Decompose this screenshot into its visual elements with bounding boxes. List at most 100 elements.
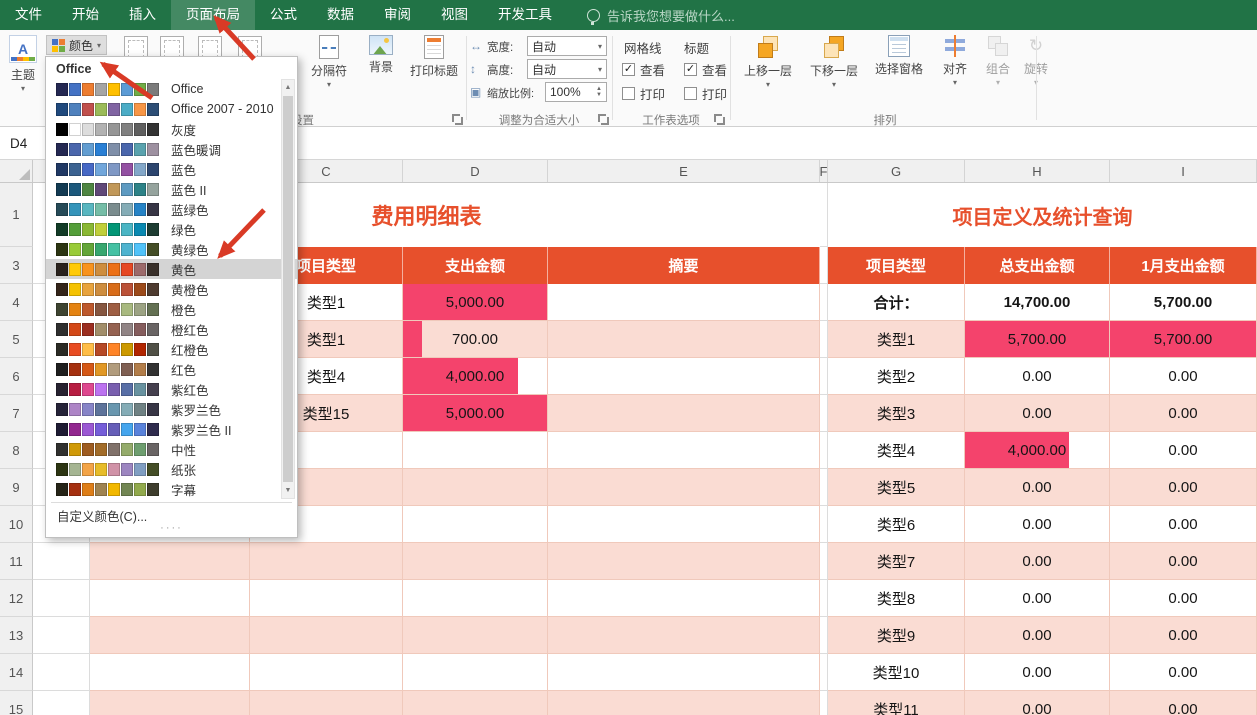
row-header-15[interactable]: 15 <box>0 691 33 715</box>
cell-E3[interactable]: 摘要 <box>548 247 820 284</box>
cell-G9[interactable]: 类型5 <box>828 469 965 506</box>
theme-colors-option-21[interactable]: 字幕 <box>46 479 297 499</box>
cell-E5[interactable] <box>548 321 820 358</box>
dialog-launcher-icon[interactable] <box>452 114 463 125</box>
cell-I11[interactable]: 0.00 <box>1110 543 1257 580</box>
theme-colors-option-2[interactable]: Office 2007 - 2010 <box>46 99 297 119</box>
cell-A14[interactable] <box>33 654 90 691</box>
dropdown-resize-grip[interactable]: ···· <box>46 525 297 534</box>
cell-F3[interactable] <box>820 247 828 284</box>
ribbon-tab-3[interactable]: 插入 <box>114 0 171 30</box>
cell-F15[interactable] <box>820 691 828 715</box>
cell-B12[interactable] <box>90 580 250 617</box>
cell-H9[interactable]: 0.00 <box>965 469 1110 506</box>
theme-colors-option-11[interactable]: 黄橙色 <box>46 279 297 299</box>
ribbon-tab-8[interactable]: 视图 <box>426 0 483 30</box>
cell-E10[interactable] <box>548 506 820 543</box>
cell-H12[interactable]: 0.00 <box>965 580 1110 617</box>
cell-E7[interactable] <box>548 395 820 432</box>
cell-H7[interactable]: 0.00 <box>965 395 1110 432</box>
cell-I13[interactable]: 0.00 <box>1110 617 1257 654</box>
row-header-9[interactable]: 9 <box>0 469 33 506</box>
cell-I10[interactable]: 0.00 <box>1110 506 1257 543</box>
dropdown-scrollbar[interactable]: ▲ ▼ <box>281 79 295 499</box>
cell-G5[interactable]: 类型1 <box>828 321 965 358</box>
gridlines-view-checkbox[interactable]: 查看 <box>622 60 665 79</box>
cell-G8[interactable]: 类型4 <box>828 432 965 469</box>
row-header-7[interactable]: 7 <box>0 395 33 432</box>
cell-A13[interactable] <box>33 617 90 654</box>
cell-G11[interactable]: 类型7 <box>828 543 965 580</box>
column-header-I[interactable]: I <box>1110 160 1257 182</box>
cell-I15[interactable]: 0.00 <box>1110 691 1257 715</box>
theme-colors-option-14[interactable]: 红橙色 <box>46 339 297 359</box>
ribbon-tab-5[interactable]: 公式 <box>255 0 312 30</box>
selection-pane-button[interactable]: 选择窗格 <box>868 33 930 123</box>
theme-colors-button[interactable]: 颜色 ▾ <box>46 35 107 55</box>
theme-colors-option-18[interactable]: 紫罗兰色 II <box>46 419 297 439</box>
cell-D11[interactable] <box>403 543 548 580</box>
cell-E14[interactable] <box>548 654 820 691</box>
cell-I14[interactable]: 0.00 <box>1110 654 1257 691</box>
cell-B11[interactable] <box>90 543 250 580</box>
cell-H13[interactable]: 0.00 <box>965 617 1110 654</box>
dialog-launcher-icon[interactable] <box>598 114 609 125</box>
cell-D10[interactable] <box>403 506 548 543</box>
row-header-14[interactable]: 14 <box>0 654 33 691</box>
cell-E13[interactable] <box>548 617 820 654</box>
cell-A12[interactable] <box>33 580 90 617</box>
headings-print-checkbox[interactable]: 打印 <box>684 84 727 103</box>
cell-H4[interactable]: 14,700.00 <box>965 284 1110 321</box>
cell-G4[interactable]: 合计： <box>828 284 965 321</box>
cell-I3[interactable]: 1月支出金额 <box>1110 247 1257 284</box>
ribbon-tab-4[interactable]: 页面布局 <box>171 0 255 30</box>
theme-colors-option-19[interactable]: 中性 <box>46 439 297 459</box>
cell-H10[interactable]: 0.00 <box>965 506 1110 543</box>
cell-E4[interactable] <box>548 284 820 321</box>
spinner-icon[interactable]: ▲▼ <box>596 86 602 98</box>
theme-colors-option-8[interactable]: 绿色 <box>46 219 297 239</box>
ribbon-tab-1[interactable]: 文件 <box>0 0 57 30</box>
cell-F13[interactable] <box>820 617 828 654</box>
cell-G3[interactable]: 项目类型 <box>828 247 965 284</box>
theme-colors-option-1[interactable]: Office <box>46 79 297 99</box>
cell-H5[interactable]: 5,700.00 <box>965 321 1110 358</box>
theme-colors-option-3[interactable]: 灰度 <box>46 119 297 139</box>
cell-D9[interactable] <box>403 469 548 506</box>
cell-A11[interactable] <box>33 543 90 580</box>
cell-G15[interactable]: 类型11 <box>828 691 965 715</box>
cell-D4[interactable]: 5,000.00 <box>403 284 548 321</box>
height-input[interactable]: 自动 ▾ <box>527 59 607 79</box>
tell-me-box[interactable]: 告诉我您想要做什么... <box>587 0 735 30</box>
align-button[interactable]: 对齐 ▾ <box>934 33 976 123</box>
cell-F10[interactable] <box>820 506 828 543</box>
breaks-button[interactable]: 分隔符 ▾ <box>302 33 356 123</box>
theme-colors-option-12[interactable]: 橙色 <box>46 299 297 319</box>
cell-I4[interactable]: 5,700.00 <box>1110 284 1257 321</box>
row-header-13[interactable]: 13 <box>0 617 33 654</box>
cell-G13[interactable]: 类型9 <box>828 617 965 654</box>
gridlines-print-checkbox[interactable]: 打印 <box>622 84 665 103</box>
cell-H6[interactable]: 0.00 <box>965 358 1110 395</box>
row-header-12[interactable]: 12 <box>0 580 33 617</box>
cell-F1[interactable] <box>820 183 828 247</box>
cell-D6[interactable]: 4,000.00 <box>403 358 548 395</box>
cell-I12[interactable]: 0.00 <box>1110 580 1257 617</box>
cell-D8[interactable] <box>403 432 548 469</box>
cell-G7[interactable]: 类型3 <box>828 395 965 432</box>
row-header-11[interactable]: 11 <box>0 543 33 580</box>
theme-colors-option-16[interactable]: 紫红色 <box>46 379 297 399</box>
scrollbar-thumb[interactable] <box>283 96 293 482</box>
select-all-corner[interactable] <box>0 160 33 182</box>
ribbon-tab-6[interactable]: 数据 <box>312 0 369 30</box>
checkbox-icon[interactable] <box>684 63 697 76</box>
cell-D14[interactable] <box>403 654 548 691</box>
cell-F9[interactable] <box>820 469 828 506</box>
cell-E9[interactable] <box>548 469 820 506</box>
cell-I8[interactable]: 0.00 <box>1110 432 1257 469</box>
cell-G10[interactable]: 类型6 <box>828 506 965 543</box>
row-header-5[interactable]: 5 <box>0 321 33 358</box>
cell-I7[interactable]: 0.00 <box>1110 395 1257 432</box>
print-titles-button[interactable]: 打印标题 <box>404 33 464 123</box>
cell-B13[interactable] <box>90 617 250 654</box>
